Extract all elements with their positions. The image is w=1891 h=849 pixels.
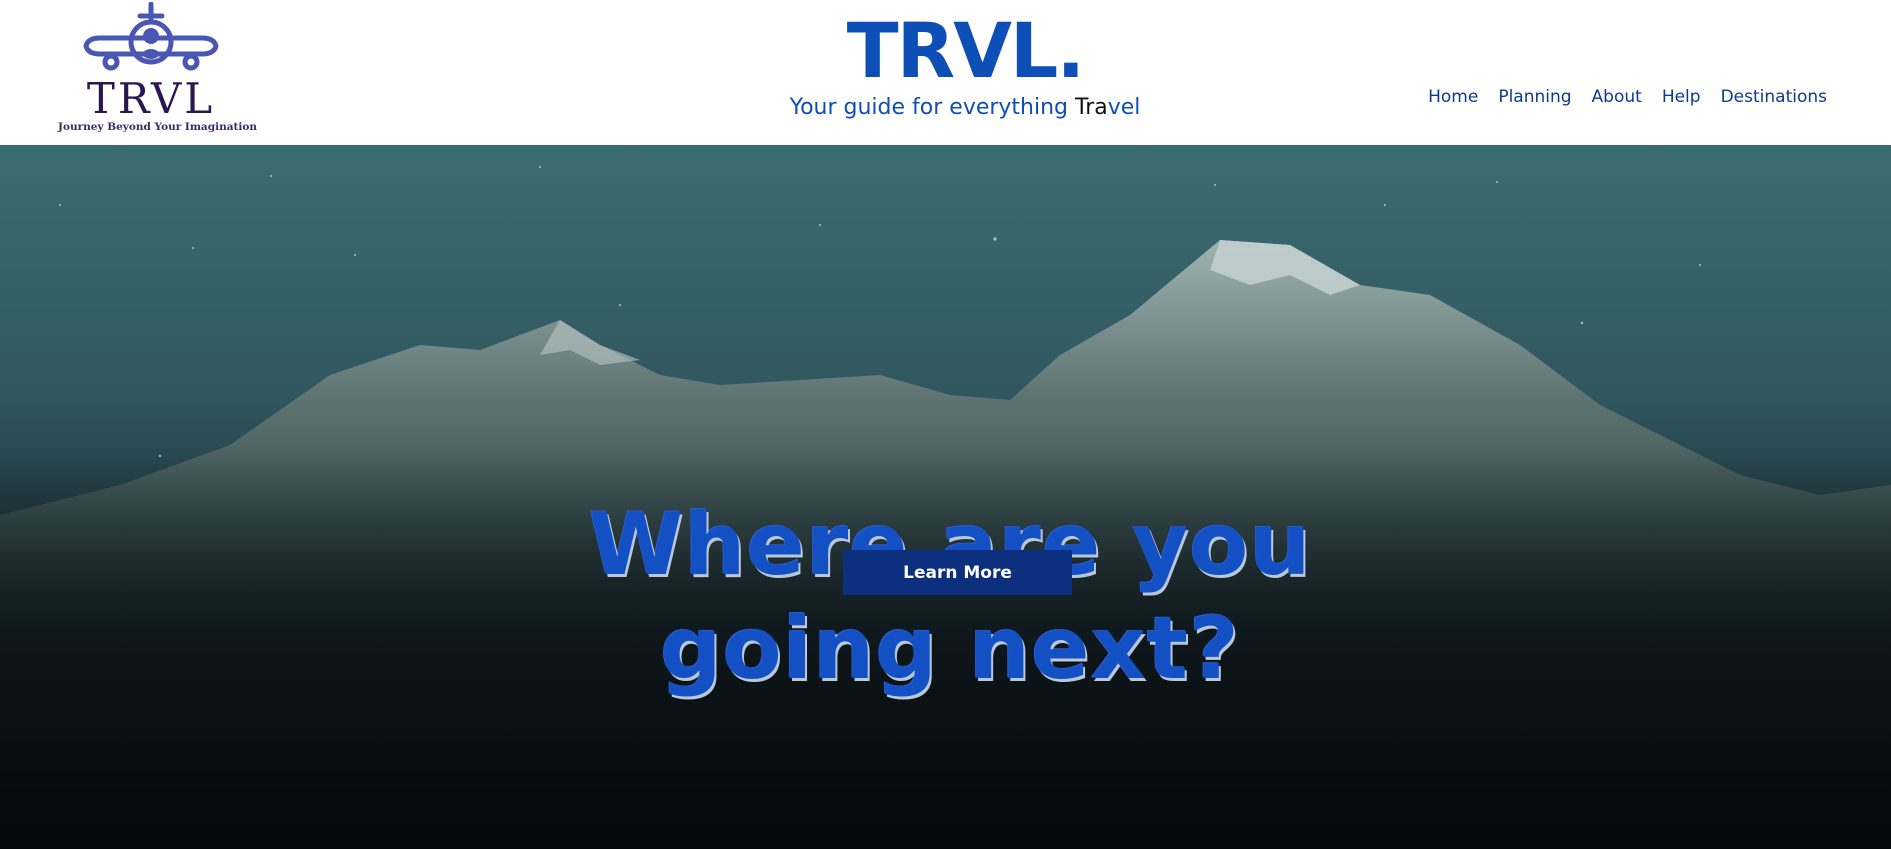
airplane-icon bbox=[83, 2, 219, 71]
site-header: TRVL Journey Beyond Your Imagination TRV… bbox=[0, 0, 1891, 145]
site-logo[interactable]: TRVL Journey Beyond Your Imagination bbox=[58, 0, 257, 140]
brand-block: TRVL. Your guide for everything Travel bbox=[755, 8, 1175, 122]
logo-wordmark: TRVL bbox=[86, 74, 216, 123]
nav-help[interactable]: Help bbox=[1662, 87, 1701, 107]
brand-subtitle-end: vel bbox=[1107, 95, 1141, 120]
nav-planning[interactable]: Planning bbox=[1498, 87, 1571, 107]
nav-about[interactable]: About bbox=[1592, 87, 1642, 107]
hero-headline-line2: going next? bbox=[660, 599, 1240, 699]
nav-destinations[interactable]: Destinations bbox=[1721, 87, 1827, 107]
brand-title: TRVL. bbox=[846, 6, 1085, 95]
nav-home[interactable]: Home bbox=[1428, 87, 1478, 107]
hero-section: Where are you going next? bbox=[0, 145, 1891, 849]
hero-headline: Where are you going next? bbox=[540, 493, 1360, 701]
brand-subtitle-dark: Tra bbox=[1075, 95, 1108, 120]
brand-subtitle: Your guide for everything Travel bbox=[755, 94, 1175, 122]
learn-more-button[interactable]: Learn More bbox=[843, 550, 1072, 595]
brand-subtitle-blue: Your guide for everything bbox=[789, 95, 1076, 120]
logo-tagline: Journey Beyond Your Imagination bbox=[58, 121, 257, 133]
main-nav: Home Planning About Help Destinations bbox=[1428, 87, 1827, 107]
